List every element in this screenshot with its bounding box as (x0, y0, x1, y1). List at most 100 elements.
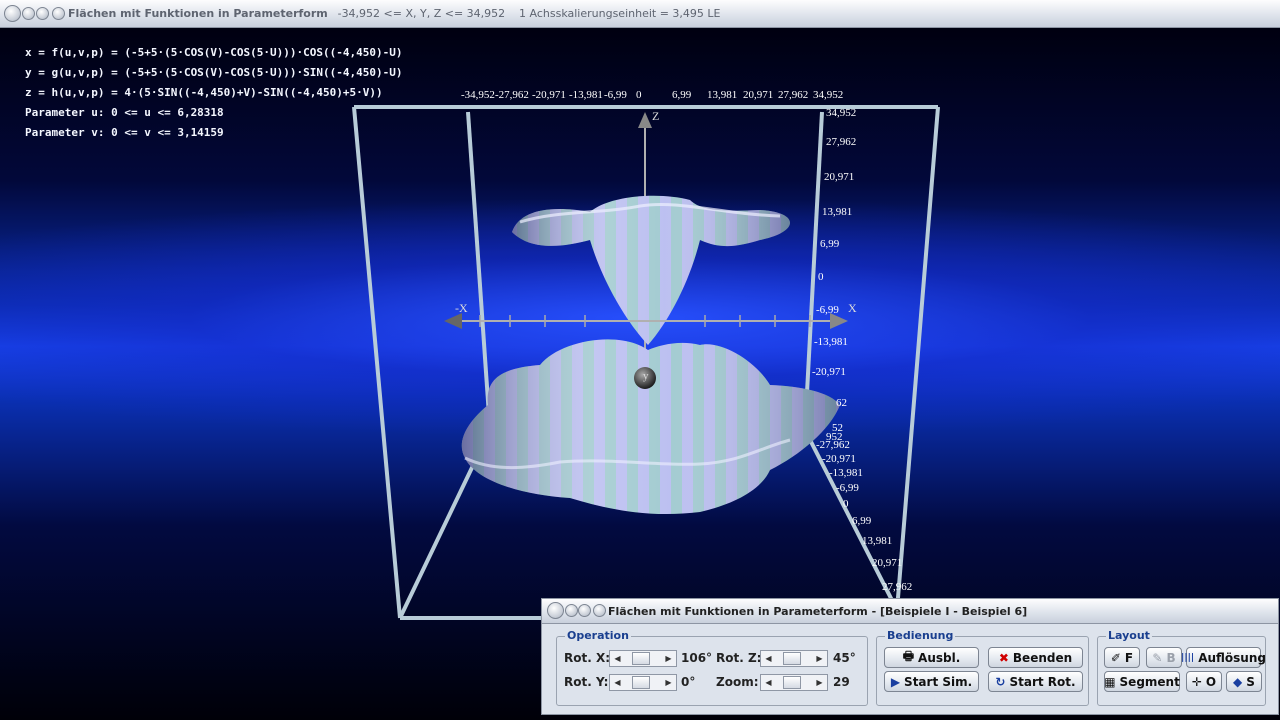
layout-label: Layout (1106, 629, 1152, 642)
x-axis-label: X (848, 301, 857, 315)
zoom-left-arrow-icon[interactable]: ◀ (762, 676, 775, 689)
right-tick: -6,99 (816, 304, 839, 316)
front-tick-labels: 52 952 -27,962 -20,971 -13,981 -6,99 0 6… (816, 422, 912, 593)
beenden-button[interactable]: ✖ Beenden (988, 647, 1083, 668)
aufloesung-label: Auflösung (1198, 650, 1266, 665)
front-tick: 20,971 (872, 557, 902, 569)
play-icon: ▶ (890, 674, 901, 689)
window-title-scale: 1 Achsskalierungseinheit = 3,495 LE (519, 7, 721, 20)
bedienung-label: Bedienung (885, 629, 956, 642)
top-tick: 6,99 (672, 89, 692, 101)
layout-b-label: B (1166, 650, 1176, 665)
panel-maximize-button[interactable] (578, 604, 591, 617)
right-tick: -13,981 (814, 336, 848, 348)
right-tick: 0 (818, 271, 824, 283)
top-tick-labels: -34,952 -27,962 -20,971 -13,981 -6,99 0 … (461, 89, 843, 101)
zoom-label: Zoom: (716, 675, 759, 689)
layout-f-label: F (1124, 650, 1134, 665)
layout-f-button[interactable]: ✐ F (1104, 647, 1140, 668)
aufloesung-button[interactable]: |||| Auflösung (1181, 647, 1266, 668)
rot-y-label: Rot. Y: (564, 675, 609, 689)
front-tick: 27,962 (882, 581, 912, 593)
top-tick: 13,981 (707, 89, 737, 101)
eraser-icon: ✎ (1152, 650, 1163, 665)
top-tick: 27,962 (778, 89, 808, 101)
beenden-button-label: Beenden (1012, 650, 1073, 665)
layout-s-button[interactable]: ◆ S (1226, 671, 1262, 692)
segment-button[interactable]: ▦ Segment (1104, 671, 1180, 692)
rot-x-left-arrow-icon[interactable]: ◀ (611, 652, 624, 665)
zoom-right-arrow-icon[interactable]: ▶ (813, 676, 826, 689)
start-rot-button-label: Start Rot. (1009, 674, 1076, 689)
start-sim-button[interactable]: ▶ Start Sim. (884, 671, 979, 692)
surface-lower (461, 339, 840, 515)
rot-x-right-arrow-icon[interactable]: ▶ (662, 652, 675, 665)
top-tick: 34,952 (813, 89, 843, 101)
rot-y-slider[interactable]: ◀ ▶ (609, 674, 677, 691)
ausbl-button-label: Ausbl. (918, 650, 961, 665)
rot-z-right-arrow-icon[interactable]: ▶ (813, 652, 826, 665)
zoom-slider[interactable]: ◀ ▶ (760, 674, 828, 691)
rot-z-slider[interactable]: ◀ ▶ (760, 650, 828, 667)
rot-z-left-arrow-icon[interactable]: ◀ (762, 652, 775, 665)
rotate-icon: ↻ (995, 674, 1006, 689)
rot-y-thumb[interactable] (632, 676, 650, 689)
panel-menu-button[interactable] (547, 602, 564, 619)
start-sim-button-label: Start Sim. (904, 674, 973, 689)
rot-x-label: Rot. X: (564, 651, 611, 665)
main-title-bar[interactable]: Flächen mit Funktionen in Parameterform … (0, 0, 1280, 28)
crosshair-icon: ✛ (1191, 674, 1202, 689)
top-tick: 20,971 (743, 89, 773, 101)
zoom-thumb[interactable] (783, 676, 801, 689)
front-tick: 13,981 (862, 535, 892, 547)
rot-z-thumb[interactable] (783, 652, 801, 665)
front-tick: -27,962 (816, 439, 850, 451)
rot-y-value: 0° (681, 675, 696, 689)
rot-x-slider[interactable]: ◀ ▶ (609, 650, 677, 667)
right-tick: 27,962 (826, 136, 856, 148)
table-icon: ▦ (1104, 674, 1116, 689)
panel-title-bar[interactable]: Flächen mit Funktionen in Parameterform … (542, 599, 1278, 624)
layout-b-button[interactable]: ✎ B (1146, 647, 1182, 668)
layout-o-button[interactable]: ✛ O (1186, 671, 1222, 692)
top-tick: -27,962 (495, 89, 529, 101)
paint-bucket-icon: ◆ (1233, 674, 1243, 689)
close-button[interactable] (52, 7, 65, 20)
front-tick: 6,99 (852, 515, 872, 527)
minimize-button[interactable] (22, 7, 35, 20)
window-title-name: Flächen mit Funktionen in Parameterform (68, 7, 328, 20)
window-menu-button[interactable] (4, 5, 21, 22)
front-tick: -20,971 (822, 453, 856, 465)
top-tick: -20,971 (532, 89, 566, 101)
right-tick: 34,952 (826, 107, 856, 119)
rot-x-value: 106° (681, 651, 713, 665)
start-rot-button[interactable]: ↻ Start Rot. (988, 671, 1083, 692)
maximize-button[interactable] (36, 7, 49, 20)
y-axis-label: y (643, 370, 649, 382)
ausbl-button[interactable]: 🖶 Ausbl. (884, 647, 979, 668)
zoom-value: 29 (833, 675, 850, 689)
right-tick: 20,971 (824, 171, 854, 183)
brush-icon: ✐ (1110, 650, 1121, 665)
rot-z-value: 45° (833, 651, 856, 665)
rot-z-label: Rot. Z: (716, 651, 762, 665)
segment-label: Segment (1119, 674, 1180, 689)
operation-label: Operation (565, 629, 631, 642)
close-x-icon: ✖ (998, 650, 1009, 665)
right-tick: 6,99 (820, 238, 840, 250)
rot-y-right-arrow-icon[interactable]: ▶ (662, 676, 675, 689)
z-axis-label: Z (652, 109, 659, 123)
print-icon: 🖶 (902, 649, 915, 663)
surface-upper (512, 195, 790, 345)
rot-y-left-arrow-icon[interactable]: ◀ (611, 676, 624, 689)
rot-x-thumb[interactable] (632, 652, 650, 665)
layout-group: Layout ✐ F ✎ B |||| Auflösung ▦ Segment … (1097, 629, 1266, 706)
panel-minimize-button[interactable] (565, 604, 578, 617)
panel-title: Flächen mit Funktionen in Parameterform … (608, 605, 1028, 618)
panel-close-button[interactable] (593, 604, 606, 617)
right-tick: 13,981 (822, 206, 852, 218)
front-tick: -13,981 (829, 467, 863, 479)
y-axis: y (634, 367, 656, 389)
neg-x-axis-label: -X (455, 301, 468, 315)
window-title-range: -34,952 <= X, Y, Z <= 34,952 (337, 7, 506, 20)
